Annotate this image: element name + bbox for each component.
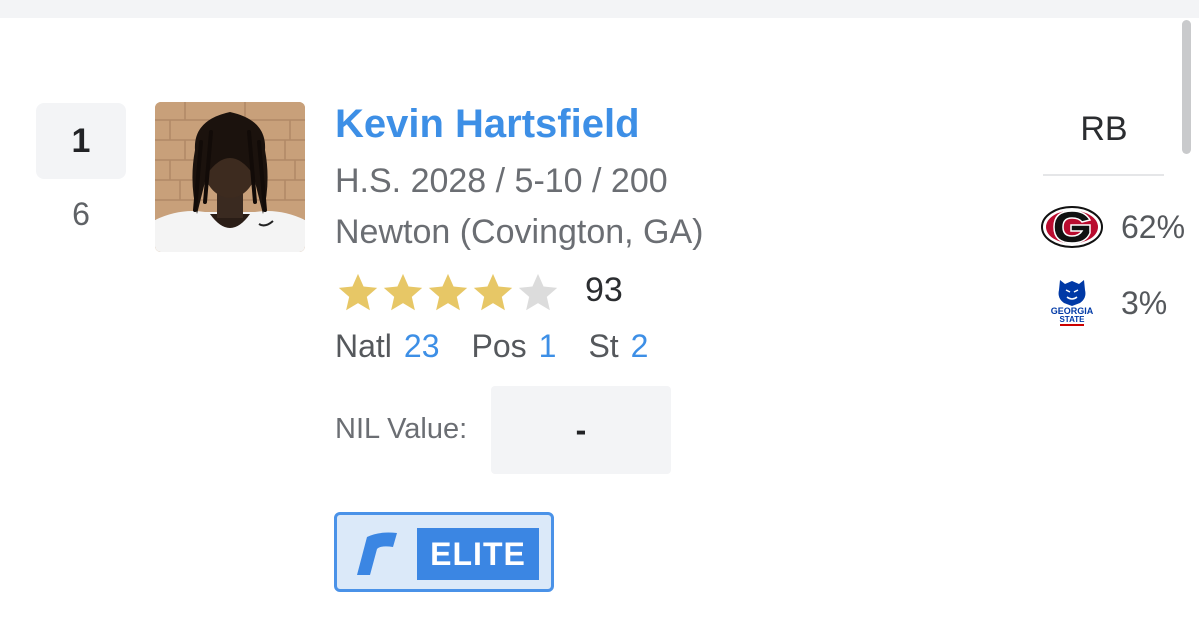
- position-rank-link[interactable]: 1: [539, 328, 557, 365]
- state-rank-link[interactable]: 2: [631, 328, 649, 365]
- player-rankings: Natl 23 Pos 1 St 2: [335, 328, 648, 365]
- rank-number: 1: [71, 121, 91, 160]
- nil-value-box: -: [491, 386, 671, 474]
- rating-score: 93: [585, 271, 623, 309]
- georgia-state-logo-text-bottom: STATE: [1059, 315, 1085, 324]
- prediction-row-georgia-state[interactable]: GEORGIA STATE 3%: [1040, 276, 1167, 330]
- star-filled-icon: [338, 273, 378, 311]
- player-photo[interactable]: [155, 102, 305, 252]
- player-school: Newton (Covington, GA): [335, 213, 704, 251]
- player-position: RB: [1080, 110, 1128, 148]
- star-filled-icon: [383, 273, 423, 311]
- player-photo-image: [155, 102, 305, 252]
- rank-badge: 1: [36, 103, 126, 179]
- star-rating: [335, 270, 560, 316]
- state-rank-label: St: [588, 328, 619, 364]
- nil-value-label: NIL Value:: [335, 413, 468, 445]
- star-empty-icon: [518, 273, 558, 311]
- player-class-height-weight: H.S. 2028 / 5-10 / 200: [335, 162, 668, 200]
- top-bar: [0, 0, 1199, 18]
- national-rank-label: Natl: [335, 328, 392, 364]
- prediction-percent: 62%: [1121, 208, 1186, 245]
- georgia-g-logo-icon: [1040, 200, 1104, 254]
- prediction-row-georgia[interactable]: 62%: [1040, 200, 1185, 254]
- scrollbar-thumb[interactable]: [1182, 20, 1191, 154]
- player-name-link[interactable]: Kevin Hartsfield: [335, 102, 640, 147]
- nil-value: -: [575, 411, 587, 448]
- previous-rank: 6: [72, 196, 90, 232]
- georgia-state-panther-logo-icon: GEORGIA STATE: [1040, 276, 1104, 330]
- badge-tier-label: ELITE: [417, 528, 539, 580]
- star-filled-icon: [473, 273, 513, 311]
- prediction-percent: 3%: [1121, 284, 1168, 321]
- divider: [1043, 174, 1164, 176]
- position-rank-label: Pos: [471, 328, 527, 364]
- rivals-elite-badge[interactable]: ELITE: [334, 512, 554, 592]
- star-filled-icon: [428, 273, 468, 311]
- rivals-logo-icon: [357, 532, 397, 575]
- national-rank-link[interactable]: 23: [404, 328, 440, 365]
